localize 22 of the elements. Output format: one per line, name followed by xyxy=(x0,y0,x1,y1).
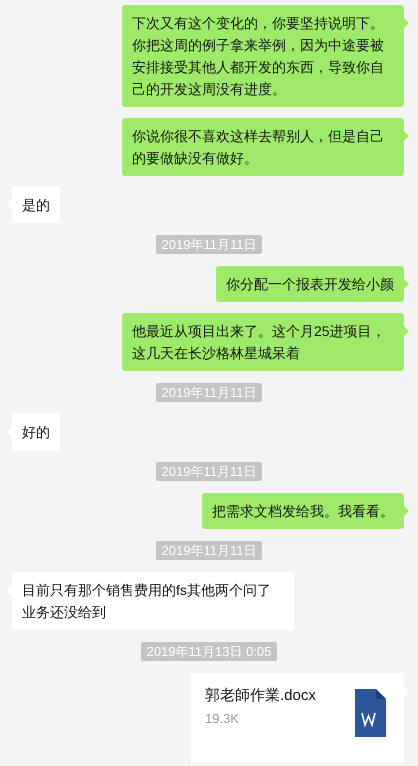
file-size: 19.3K xyxy=(205,710,240,728)
bubble-tail xyxy=(404,131,409,141)
file-card[interactable]: 郭老師作業.docx 19.3K xyxy=(191,673,404,763)
message-bubble: 下次又有这个变化的，你要坚持说明下。你把这周的例子拿来举例，因为中途要被安排接受其他人都开发的东西，导致你自己的开发这周没有进度。 xyxy=(122,5,404,107)
message-bubble: 你说你很不喜欢这样去帮别人，但是自己的要做缺没有做好。 xyxy=(122,118,404,176)
message-bubble: 目前只有那个销售费用的fs其他两个问了业务还没给到 xyxy=(12,572,294,630)
message-bubble: 你分配一个报表开发给小颜 xyxy=(216,266,404,302)
timestamp: 2019年11月11日 xyxy=(156,383,262,402)
file-name: 郭老師作業.docx xyxy=(205,686,316,706)
timestamp: 2019年11月11日 xyxy=(156,541,262,560)
bubble-tail xyxy=(404,326,409,336)
timestamp: 2019年11月11日 xyxy=(156,462,262,481)
message-bubble: 他最近从项目出来了。这个月25进项目，这几天在长沙格林星城呆着 xyxy=(122,313,404,371)
message-bubble: 好的 xyxy=(12,414,60,450)
bubble-tail xyxy=(404,279,409,289)
bubble-tail xyxy=(404,506,409,516)
word-document-icon xyxy=(355,689,386,737)
timestamp: 2019年11月11日 xyxy=(156,235,262,254)
timestamp: 2019年11月13日 0:05 xyxy=(140,642,278,661)
message-bubble: 是的 xyxy=(12,187,60,223)
message-bubble: 把需求文档发给我。我看看。 xyxy=(202,493,404,529)
bubble-tail xyxy=(404,18,409,28)
